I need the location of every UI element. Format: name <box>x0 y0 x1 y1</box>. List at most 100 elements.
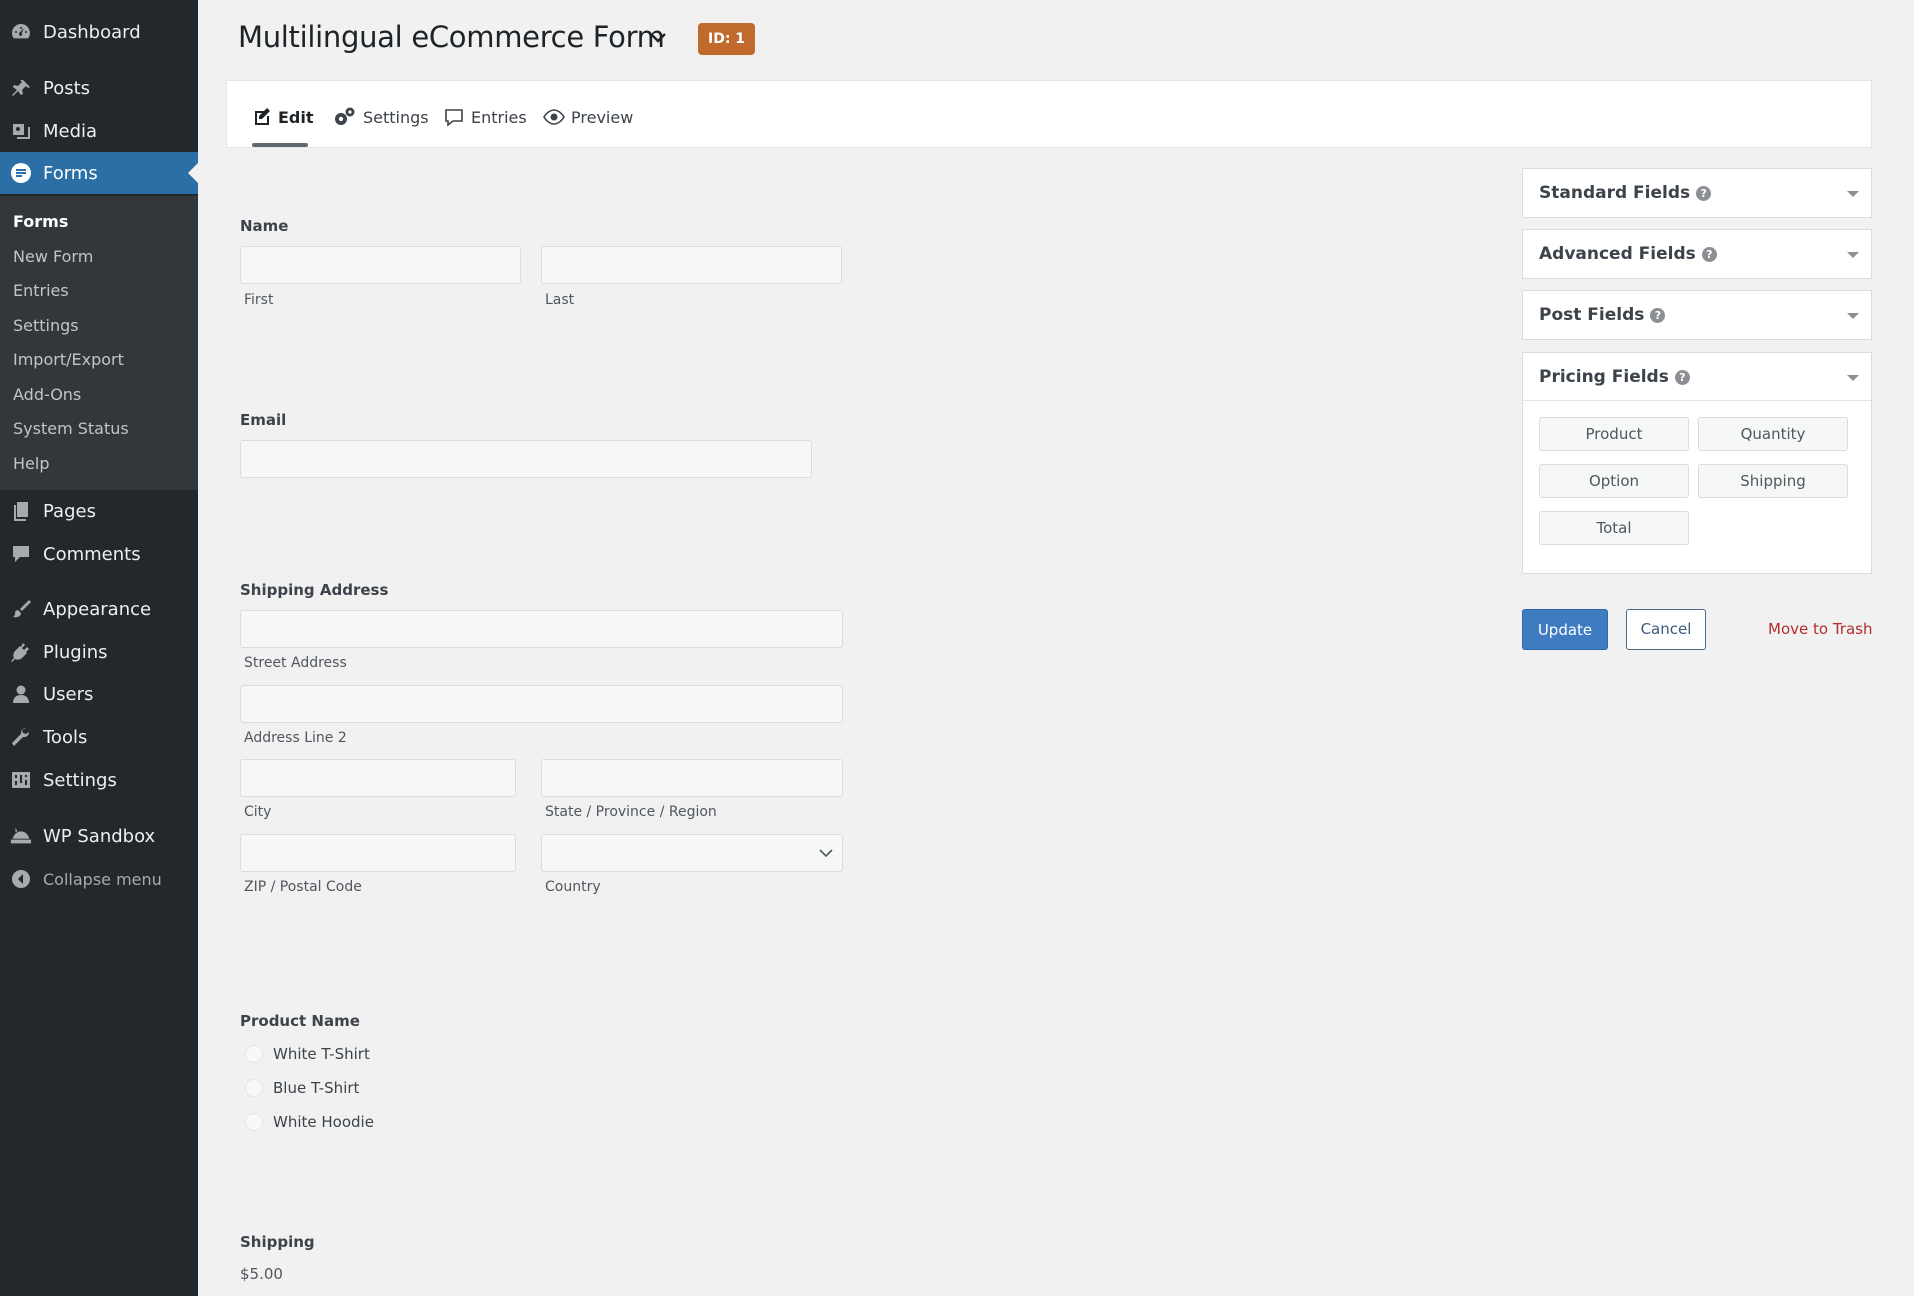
menu-item-plugins[interactable]: Plugins <box>0 631 198 673</box>
submenu-entries[interactable]: Entries <box>13 281 69 300</box>
panel-title-text: Pricing Fields <box>1539 367 1669 387</box>
advanced-fields-panel[interactable]: Advanced Fields ? <box>1522 229 1872 279</box>
add-option-field-button[interactable]: Option <box>1539 464 1689 498</box>
zip-input[interactable] <box>240 834 516 872</box>
menu-item-wp-sandbox[interactable]: WP Sandbox <box>0 815 198 857</box>
pricing-fields-panel: Pricing Fields ? Product Quantity Option… <box>1522 352 1872 574</box>
eye-icon <box>543 109 565 125</box>
move-to-trash-link[interactable]: Move to Trash <box>1768 620 1872 638</box>
settings-icon <box>10 770 32 790</box>
add-product-field-button[interactable]: Product <box>1539 417 1689 451</box>
menu-item-forms[interactable]: Forms <box>0 152 198 194</box>
tab-settings[interactable]: Settings <box>333 105 429 129</box>
submenu-help[interactable]: Help <box>13 454 49 473</box>
state-input[interactable] <box>541 759 843 797</box>
menu-label: Media <box>43 120 98 142</box>
collapse-label: Collapse menu <box>43 869 162 889</box>
city-input[interactable] <box>240 759 516 797</box>
wrench-icon <box>10 727 32 747</box>
submenu-add-ons[interactable]: Add-Ons <box>13 385 81 404</box>
menu-item-comments[interactable]: Comments <box>0 533 198 575</box>
product-option-white-tshirt[interactable]: White T-Shirt <box>245 1045 370 1063</box>
form-switcher-chevron-down-icon[interactable] <box>648 30 668 49</box>
country-select[interactable] <box>541 834 843 872</box>
caret-down-icon[interactable] <box>1847 313 1859 319</box>
menu-label: Appearance <box>43 598 152 620</box>
tab-label: Entries <box>471 107 527 127</box>
menu-label: Posts <box>43 77 91 99</box>
post-fields-panel[interactable]: Post Fields ? <box>1522 290 1872 340</box>
panel-title: Standard Fields ? <box>1539 183 1712 203</box>
submenu-forms[interactable]: Forms <box>13 212 68 231</box>
collapse-menu-button[interactable]: Collapse menu <box>0 858 198 900</box>
menu-item-dashboard[interactable]: Dashboard <box>0 11 198 53</box>
shipping-value: $5.00 <box>240 1265 283 1283</box>
panel-title-text: Standard Fields <box>1539 183 1691 203</box>
email-input[interactable] <box>240 440 812 478</box>
radio-button[interactable] <box>245 1045 263 1063</box>
help-icon[interactable]: ? <box>1696 185 1712 201</box>
comment-icon <box>445 109 463 127</box>
tab-preview[interactable]: Preview <box>543 105 633 129</box>
active-tab-indicator <box>252 143 308 147</box>
add-shipping-field-button[interactable]: Shipping <box>1698 464 1848 498</box>
brush-icon <box>10 599 32 619</box>
submenu-import-export[interactable]: Import/Export <box>13 350 124 369</box>
menu-label: Comments <box>43 543 141 565</box>
menu-item-users[interactable]: Users <box>0 673 198 715</box>
panel-title[interactable]: Pricing Fields ? <box>1539 367 1690 387</box>
caret-down-icon[interactable] <box>1847 252 1859 258</box>
last-name-input[interactable] <box>541 246 842 284</box>
collapse-icon <box>10 869 32 889</box>
help-icon[interactable]: ? <box>1701 246 1717 262</box>
submenu-system-status[interactable]: System Status <box>13 419 129 438</box>
help-icon[interactable]: ? <box>1650 307 1666 323</box>
update-button[interactable]: Update <box>1522 609 1608 650</box>
menu-item-media[interactable]: Media <box>0 110 198 152</box>
radio-label: White Hoodie <box>273 1113 374 1131</box>
street-address-input[interactable] <box>240 610 843 648</box>
radio-label: Blue T-Shirt <box>273 1079 360 1097</box>
menu-item-settings[interactable]: Settings <box>0 759 198 801</box>
help-icon[interactable]: ? <box>1674 369 1690 385</box>
menu-label: Users <box>43 683 94 705</box>
pin-icon <box>10 78 32 98</box>
user-icon <box>10 684 32 704</box>
zip-sublabel: ZIP / Postal Code <box>244 879 362 895</box>
pages-icon <box>10 501 32 521</box>
menu-label: Pages <box>43 500 96 522</box>
menu-label: Forms <box>43 162 98 184</box>
menu-item-appearance[interactable]: Appearance <box>0 588 198 630</box>
first-sublabel: First <box>244 292 274 308</box>
edit-icon <box>255 108 270 125</box>
menu-item-pages[interactable]: Pages <box>0 490 198 532</box>
panel-title-text: Advanced Fields <box>1539 244 1696 264</box>
tab-entries[interactable]: Entries <box>443 105 527 129</box>
caret-down-icon[interactable] <box>1847 191 1859 197</box>
name-label: Name <box>240 217 289 235</box>
menu-item-posts[interactable]: Posts <box>0 67 198 109</box>
street-address-sublabel: Street Address <box>244 655 347 671</box>
chevron-down-icon <box>819 849 833 858</box>
add-quantity-field-button[interactable]: Quantity <box>1698 417 1848 451</box>
radio-button[interactable] <box>245 1113 263 1131</box>
standard-fields-panel[interactable]: Standard Fields ? <box>1522 168 1872 218</box>
caret-down-icon[interactable] <box>1847 375 1859 381</box>
address-line2-input[interactable] <box>240 685 843 723</box>
radio-button[interactable] <box>245 1079 263 1097</box>
product-option-white-hoodie[interactable]: White Hoodie <box>245 1113 374 1131</box>
menu-item-tools[interactable]: Tools <box>0 716 198 758</box>
cancel-button[interactable]: Cancel <box>1626 609 1706 650</box>
address-line2-sublabel: Address Line 2 <box>244 730 347 746</box>
submenu-new-form[interactable]: New Form <box>13 247 93 266</box>
first-name-input[interactable] <box>240 246 521 284</box>
tab-edit[interactable]: Edit <box>252 105 314 129</box>
menu-label: Plugins <box>43 641 108 663</box>
product-option-blue-tshirt[interactable]: Blue T-Shirt <box>245 1079 359 1097</box>
menu-label: WP Sandbox <box>43 825 156 847</box>
country-sublabel: Country <box>545 879 601 895</box>
add-total-field-button[interactable]: Total <box>1539 511 1689 545</box>
admin-sidebar: Dashboard Posts Media Forms Forms New Fo… <box>0 0 198 1296</box>
submenu-settings[interactable]: Settings <box>13 316 79 335</box>
form-title: Multilingual eCommerce Form <box>238 20 665 54</box>
